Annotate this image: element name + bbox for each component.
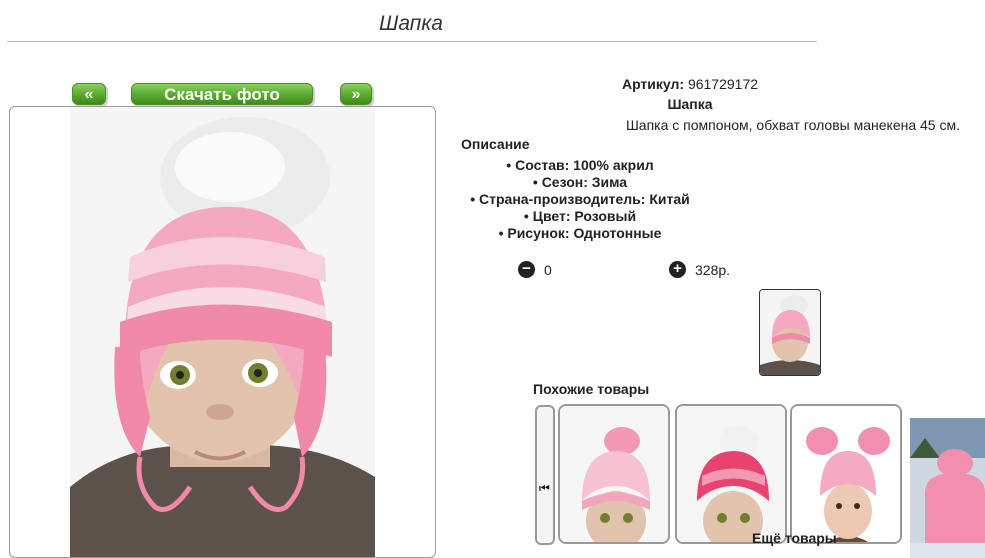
article-line: Артикул: 961729172 (455, 76, 925, 92)
description-heading: Описание (461, 136, 530, 152)
similar-product-card[interactable] (910, 418, 985, 558)
attribute-item: Страна-производитель: Китай (455, 191, 705, 208)
attribute-item: Состав: 100% акрил (455, 157, 705, 174)
attribute-item: Сезон: Зима (455, 174, 705, 191)
attribute-item: Цвет: Розовый (455, 208, 705, 225)
article-number: 961729172 (687, 76, 759, 92)
minus-circle-icon[interactable]: − (518, 261, 535, 278)
main-photo-frame (9, 106, 436, 558)
carousel-prev-button[interactable]: ⏮ (535, 405, 555, 545)
download-photo-button[interactable]: Скачать фото (131, 83, 313, 105)
prev-photo-button[interactable]: « (72, 83, 106, 105)
attribute-list: Состав: 100% акрил Сезон: Зима Страна-пр… (455, 157, 705, 242)
next-photo-button[interactable]: » (340, 83, 372, 105)
product-short-description: Шапка с помпоном, обхват головы манекена… (625, 117, 960, 133)
more-products-label: Ещё товары (752, 530, 837, 546)
page-title: Шапка (379, 12, 443, 35)
similar-products-title: Похожие товары (533, 381, 650, 397)
similar-product-card[interactable] (675, 404, 787, 544)
article-label: Артикул: (621, 76, 685, 92)
title-divider (7, 41, 817, 42)
price: 328р. (695, 262, 731, 278)
skip-previous-icon: ⏮ (539, 481, 550, 495)
similar-product-card[interactable] (558, 404, 670, 544)
main-product-photo[interactable] (70, 107, 375, 557)
similar-product-card[interactable] (790, 404, 902, 544)
plus-circle-icon[interactable]: + (669, 261, 686, 278)
attribute-item: Рисунок: Однотонные (455, 225, 705, 242)
photo-thumbnail[interactable] (759, 289, 821, 376)
product-name: Шапка (667, 96, 713, 112)
quantity-value: 0 (544, 262, 552, 278)
